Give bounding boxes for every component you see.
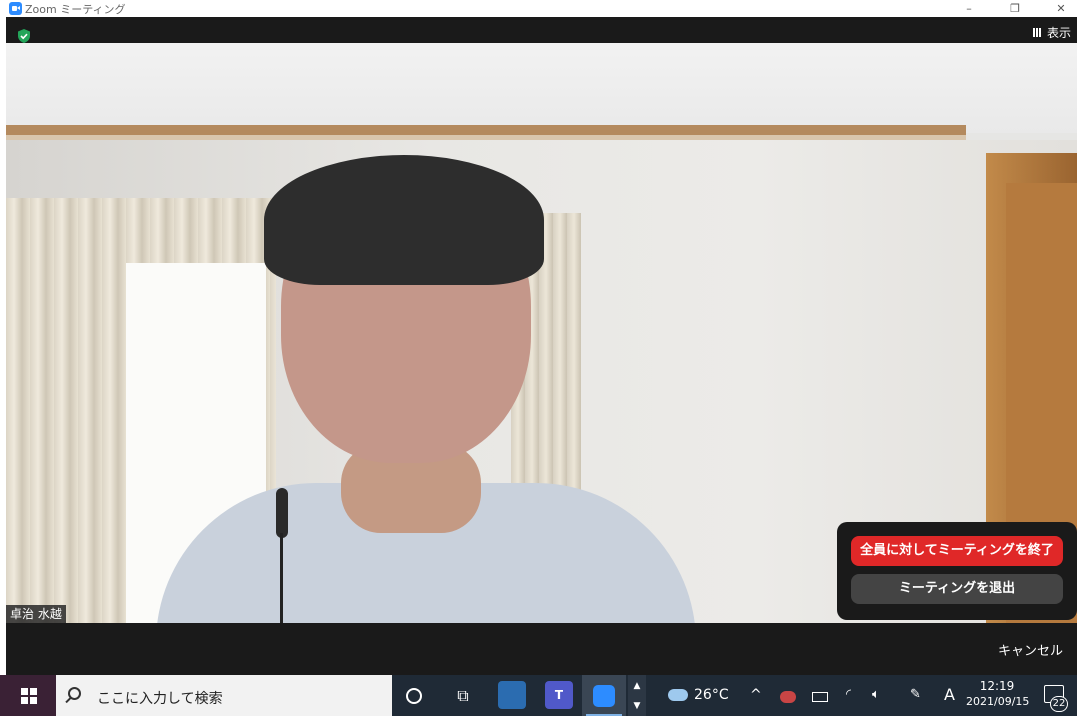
notification-count-badge: 22: [1050, 696, 1068, 712]
ceiling-molding: [6, 125, 966, 135]
clock-date: 2021/09/15: [966, 695, 1030, 708]
minimize-button[interactable]: –: [946, 0, 992, 17]
start-button[interactable]: [0, 675, 56, 716]
chevron-up-icon: ▲: [633, 681, 641, 691]
person-hair: [264, 155, 544, 285]
taskbar-search-box[interactable]: ここに入力して検索: [56, 675, 392, 716]
ceiling: [6, 43, 1077, 133]
windows-logo-icon: [21, 688, 37, 704]
zoom-meeting-window: 表示 卓治 水越 全員に対してミーティングを終了 ミーティングを退出 キャンセル: [6, 17, 1077, 675]
taskbar-scroll-button[interactable]: ▲ ▼: [628, 675, 646, 716]
security-app-icon[interactable]: [498, 681, 526, 709]
leave-meeting-button[interactable]: ミーティングを退出: [851, 574, 1063, 604]
tray-chevron-icon[interactable]: ^: [750, 687, 762, 703]
onedrive-error-icon[interactable]: [780, 691, 796, 703]
cortana-icon[interactable]: [406, 688, 422, 704]
zoom-taskbar-icon[interactable]: [582, 675, 626, 716]
end-meeting-popup: 全員に対してミーティングを終了 ミーティングを退出: [837, 522, 1077, 620]
clock-time: 12:19: [979, 679, 1015, 693]
earbud-cable: [280, 533, 283, 623]
teams-app-icon[interactable]: T: [545, 681, 573, 709]
search-icon: [68, 687, 81, 700]
restore-button[interactable]: ❐: [992, 0, 1038, 17]
zoom-icon: [593, 685, 615, 707]
grid-view-icon: [1032, 27, 1043, 37]
shield-check-icon[interactable]: [16, 28, 32, 44]
close-button[interactable]: ✕: [1038, 0, 1077, 17]
search-placeholder: ここに入力して検索: [97, 691, 223, 707]
task-view-icon[interactable]: ⧉: [452, 685, 474, 707]
cancel-button[interactable]: キャンセル: [998, 640, 1063, 659]
pen-icon[interactable]: ✎: [910, 687, 921, 702]
volume-icon[interactable]: 🔈︎: [872, 687, 880, 702]
window-titlebar: Zoom ミーティング – ❐ ✕: [0, 0, 1077, 17]
wifi-icon[interactable]: ◜: [846, 687, 851, 702]
window-title: Zoom ミーティング: [25, 3, 126, 16]
weather-widget[interactable]: 26°C: [668, 687, 729, 703]
chevron-down-icon: ▼: [633, 701, 641, 711]
ime-indicator[interactable]: A: [944, 685, 955, 704]
windows-taskbar: ここに入力して検索 ⧉ T ▲ ▼ 26°C ^ ◜ 🔈︎ ✎ A 12:19 …: [0, 675, 1077, 716]
view-button[interactable]: 表示: [1032, 24, 1071, 40]
participant-name-tag: 卓治 水越: [6, 605, 66, 623]
battery-icon[interactable]: [812, 692, 828, 702]
end-meeting-for-all-button[interactable]: 全員に対してミーティングを終了: [851, 536, 1063, 566]
zoom-app-icon: [9, 2, 22, 15]
weather-temperature: 26°C: [694, 687, 729, 703]
taskbar-clock[interactable]: 12:19 2021/09/15: [966, 679, 1030, 708]
cloud-icon: [668, 689, 688, 701]
view-label: 表示: [1046, 25, 1071, 40]
meeting-top-bar: [6, 17, 1077, 43]
earbud: [276, 488, 288, 538]
